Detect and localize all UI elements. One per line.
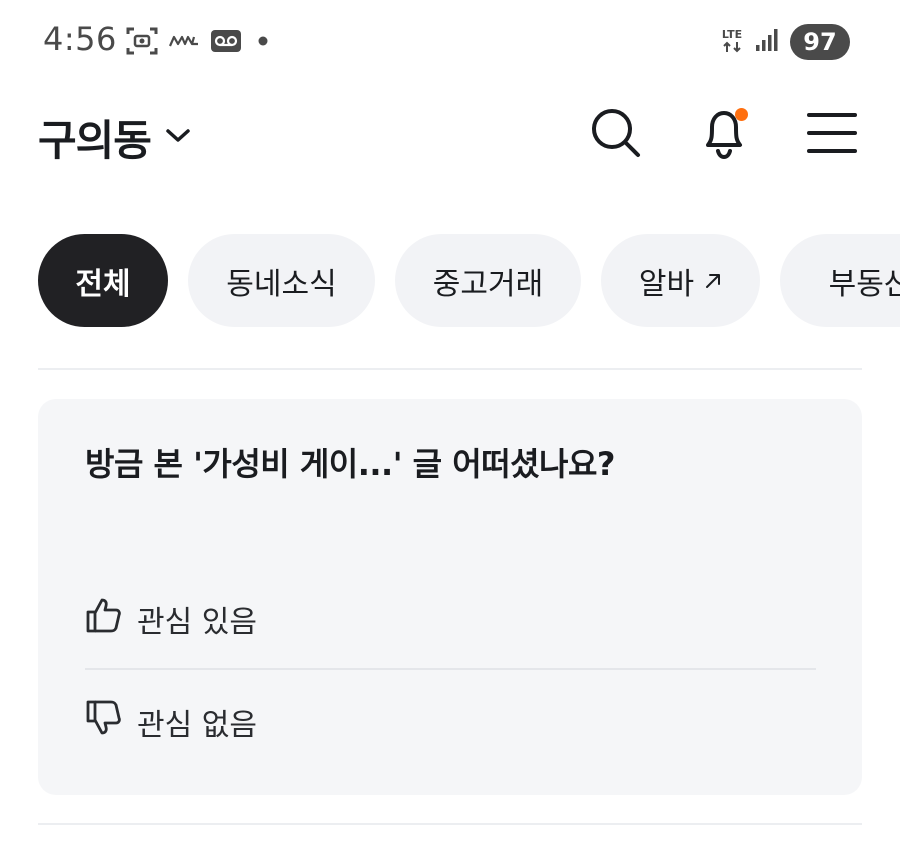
category-tabs: 전체 동네소식 중고거래 알바 부동산	[38, 234, 900, 327]
tab-label: 중고거래	[432, 266, 544, 302]
tab-label: 전체	[75, 266, 131, 302]
notifications-button[interactable]	[696, 105, 752, 161]
menu-icon	[807, 113, 857, 153]
chevron-down-icon	[165, 128, 191, 148]
section-divider	[38, 823, 862, 825]
battery-indicator: 97	[790, 24, 850, 60]
feedback-card: 방금 본 '가성비 게이...' 글 어떠셨나요? 관심 있음 관심 없음	[38, 399, 862, 795]
tab-label: 알바	[638, 266, 695, 302]
tab-part-time-jobs[interactable]: 알바	[601, 234, 760, 327]
external-link-icon	[704, 263, 722, 298]
status-bar: 4:56 LTE 97	[0, 0, 900, 84]
header-actions	[588, 105, 860, 161]
location-name: 구의동	[38, 116, 152, 165]
app-header: 구의동	[0, 95, 900, 179]
signal-icon	[754, 27, 780, 57]
voicemail-icon	[210, 29, 242, 57]
data-arrows-icon	[723, 41, 741, 52]
network-type: LTE	[721, 27, 743, 41]
thumbs-up-icon	[85, 596, 123, 642]
status-system-icons: LTE 97	[720, 24, 850, 60]
tab-all[interactable]: 전체	[38, 234, 168, 327]
notification-dot	[735, 108, 748, 121]
not-interested-label: 관심 없음	[137, 708, 257, 743]
interested-label: 관심 있음	[137, 605, 257, 640]
interested-button[interactable]: 관심 있음	[85, 596, 257, 642]
tab-label: 동네소식	[226, 266, 337, 302]
menu-button[interactable]	[804, 105, 860, 161]
tab-label: 부동산	[828, 266, 900, 302]
section-divider	[38, 368, 862, 370]
kia-logo-icon	[168, 33, 200, 53]
status-notification-icons	[126, 26, 274, 60]
lte-indicator: LTE	[720, 27, 744, 56]
feedback-question: 방금 본 '가성비 게이...' 글 어떠셨나요?	[85, 445, 616, 483]
search-button[interactable]	[588, 105, 644, 161]
option-divider	[85, 668, 816, 670]
search-icon	[592, 109, 640, 157]
tab-real-estate[interactable]: 부동산	[780, 234, 900, 327]
thumbs-down-icon	[85, 699, 123, 745]
dot-icon	[252, 29, 274, 57]
tab-used-trade[interactable]: 중고거래	[395, 234, 581, 327]
location-selector[interactable]: 구의동	[38, 107, 191, 168]
status-time: 4:56	[43, 20, 117, 58]
not-interested-button[interactable]: 관심 없음	[85, 699, 257, 745]
screenshot-icon	[126, 26, 158, 60]
tab-neighborhood-news[interactable]: 동네소식	[188, 234, 375, 327]
